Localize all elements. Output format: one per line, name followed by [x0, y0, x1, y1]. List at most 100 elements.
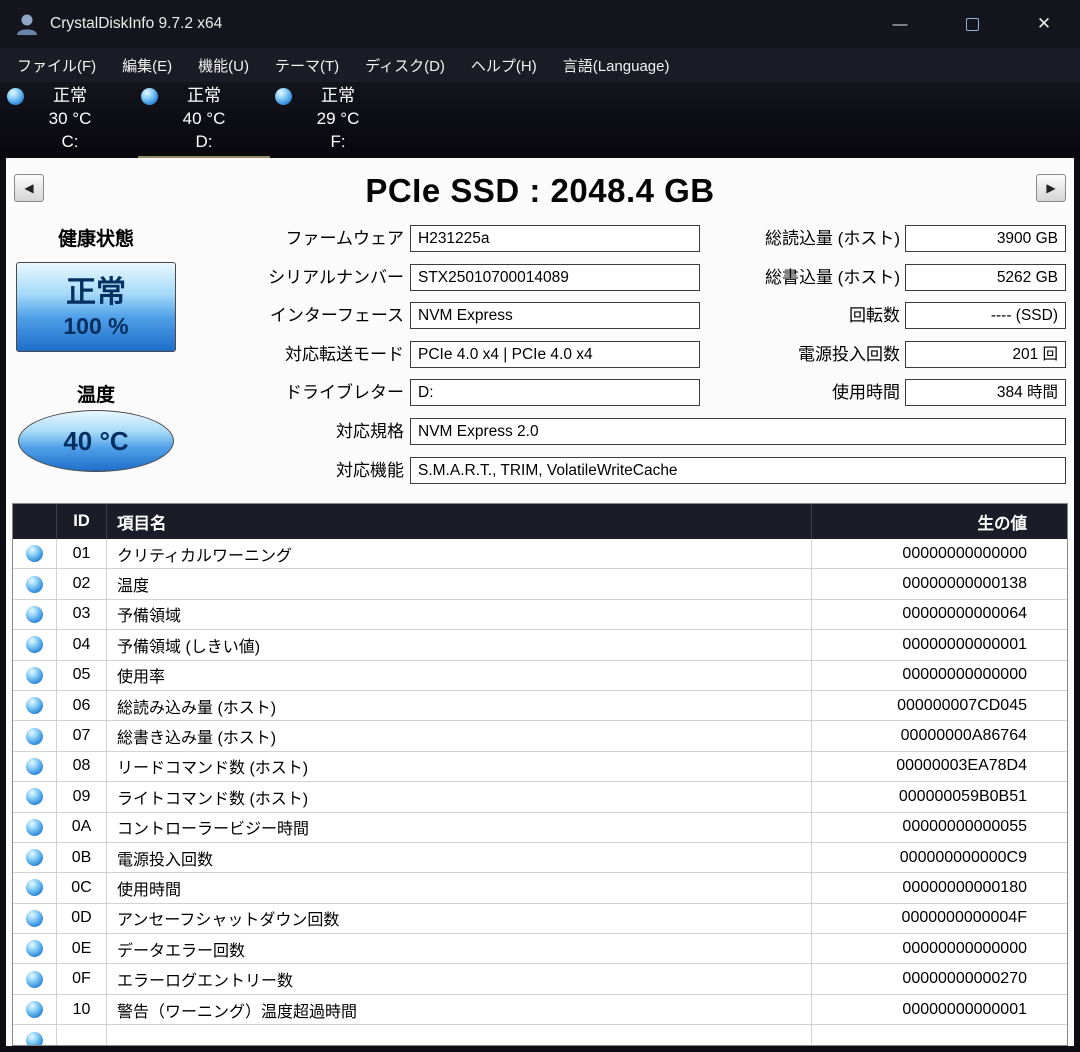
firmware-value: H231225a — [410, 225, 700, 252]
drive-letter: D: — [138, 130, 270, 153]
status-orb-icon — [26, 697, 43, 714]
health-status-label: 健康状態 — [14, 228, 178, 252]
drive-temperature: 30 °C — [4, 107, 136, 130]
status-orb-cell — [13, 721, 57, 750]
transfer-mode-label: 対応転送モード — [285, 341, 404, 369]
table-row[interactable]: 04予備領域 (しきい値)00000000000001 — [13, 630, 1067, 660]
table-row[interactable]: 08リードコマンド数 (ホスト)00000003EA78D4 — [13, 752, 1067, 782]
table-row[interactable]: 0Fエラーログエントリー数00000000000270 — [13, 964, 1067, 994]
attr-id: 08 — [57, 752, 107, 781]
status-orb-cell — [13, 630, 57, 659]
status-orb-icon — [26, 1001, 43, 1018]
attr-id: 02 — [57, 569, 107, 598]
title-bar: CrystalDiskInfo 9.7.2 x64 — ✕ — [0, 0, 1080, 48]
status-orb-icon — [26, 849, 43, 866]
drive-tab-D[interactable]: 正常40 °CD: — [138, 84, 270, 156]
table-row-partial[interactable] — [13, 1025, 1067, 1046]
temperature-label: 温度 — [14, 384, 178, 408]
table-row[interactable]: 01クリティカルワーニング00000000000000 — [13, 539, 1067, 569]
name-column-header: 項目名 — [107, 504, 812, 539]
interface-value: NVM Express — [410, 302, 700, 329]
status-orb-cell — [13, 995, 57, 1024]
table-row[interactable]: 0Eデータエラー回数00000000000000 — [13, 934, 1067, 964]
status-orb-cell — [13, 873, 57, 902]
maximize-button[interactable] — [936, 0, 1008, 48]
host-reads-label: 総読込量 (ホスト) — [765, 225, 900, 253]
attr-name: 総読み込み量 (ホスト) — [107, 691, 812, 720]
attr-raw-value: 000000000000C9 — [812, 849, 1067, 867]
drive-tabs: 正常30 °CC:正常40 °CD:正常29 °CF: — [0, 82, 1080, 158]
host-writes-label: 総書込量 (ホスト) — [765, 264, 900, 292]
attr-raw-value: 00000000000055 — [812, 818, 1067, 836]
table-row[interactable]: 06総読み込み量 (ホスト)000000007CD045 — [13, 691, 1067, 721]
close-button[interactable]: ✕ — [1008, 0, 1080, 48]
health-status-box[interactable]: 正常 100 % — [16, 262, 176, 352]
temperature-badge[interactable]: 40 °C — [18, 410, 174, 472]
status-orb-icon — [26, 971, 43, 988]
table-row[interactable]: 07総書き込み量 (ホスト)00000000A86764 — [13, 721, 1067, 751]
attr-raw-value: 00000000000001 — [812, 636, 1067, 654]
raw-value-column-header: 生の値 — [812, 510, 1067, 534]
window-title: CrystalDiskInfo 9.7.2 x64 — [50, 15, 222, 33]
status-orb-icon — [26, 606, 43, 623]
status-orb-icon — [26, 636, 43, 653]
status-orb-icon — [26, 788, 43, 805]
attr-name: データエラー回数 — [107, 934, 812, 963]
menu-item-help[interactable]: ヘルプ(H) — [458, 48, 550, 82]
status-orb-icon — [26, 1032, 43, 1046]
status-orb-icon — [26, 879, 43, 896]
drive-tab-F[interactable]: 正常29 °CF: — [272, 84, 404, 156]
menu-item-disk[interactable]: ディスク(D) — [352, 48, 458, 82]
drive-status-orb-icon — [275, 88, 292, 105]
power-on-hours-value: 384 時間 — [905, 379, 1066, 406]
status-orb-cell — [13, 600, 57, 629]
attr-raw-value: 00000000000270 — [812, 970, 1067, 988]
attr-name: コントローラービジー時間 — [107, 813, 812, 842]
drive-temperature: 40 °C — [138, 107, 270, 130]
attr-id: 04 — [57, 630, 107, 659]
interface-label: インターフェース — [270, 302, 404, 330]
attr-id: 01 — [57, 539, 107, 568]
status-orb-cell — [13, 934, 57, 963]
serial-number-value: STX25010700014089 — [410, 264, 700, 291]
smart-table: ID 項目名 生の値 01クリティカルワーニング0000000000000002… — [12, 503, 1068, 1046]
table-row[interactable]: 0B電源投入回数000000000000C9 — [13, 843, 1067, 873]
attr-id: 0B — [57, 843, 107, 872]
menu-item-theme[interactable]: テーマ(T) — [262, 48, 352, 82]
menu-item-file[interactable]: ファイル(F) — [4, 48, 109, 82]
attr-name: ライトコマンド数 (ホスト) — [107, 782, 812, 811]
menu-item-edit[interactable]: 編集(E) — [109, 48, 185, 82]
power-on-count-label: 電源投入回数 — [798, 341, 900, 369]
table-row[interactable]: 05使用率00000000000000 — [13, 661, 1067, 691]
drive-tab-C[interactable]: 正常30 °CC: — [4, 84, 136, 156]
status-orb-cell — [13, 964, 57, 993]
attr-name: アンセーフシャットダウン回数 — [107, 904, 812, 933]
table-row[interactable]: 09ライトコマンド数 (ホスト)000000059B0B51 — [13, 782, 1067, 812]
attr-name: クリティカルワーニング — [107, 539, 812, 568]
table-row[interactable]: 03予備領域00000000000064 — [13, 600, 1067, 630]
status-orb-icon — [26, 728, 43, 745]
rotation-rate-label: 回転数 — [849, 302, 900, 330]
table-row[interactable]: 0Dアンセーフシャットダウン回数0000000000004F — [13, 904, 1067, 934]
attr-raw-value: 00000000000064 — [812, 605, 1067, 623]
minimize-button[interactable]: — — [864, 0, 936, 48]
table-row[interactable]: 0Aコントローラービジー時間00000000000055 — [13, 813, 1067, 843]
menu-item-function[interactable]: 機能(U) — [185, 48, 262, 82]
table-row[interactable]: 0C使用時間00000000000180 — [13, 873, 1067, 903]
menu-bar: ファイル(F)編集(E)機能(U)テーマ(T)ディスク(D)ヘルプ(H)言語(L… — [0, 48, 1080, 82]
window-controls: — ✕ — [864, 0, 1080, 48]
status-orb-cell — [13, 752, 57, 781]
attr-name: 温度 — [107, 569, 812, 598]
attr-name: 予備領域 (しきい値) — [107, 630, 812, 659]
menu-item-language[interactable]: 言語(Language) — [550, 48, 683, 82]
status-orb-icon — [26, 819, 43, 836]
drive-letter-label: ドライブレター — [285, 379, 404, 407]
status-orb-cell — [13, 813, 57, 842]
status-orb-icon — [26, 667, 43, 684]
drive-letter: F: — [272, 130, 404, 153]
table-row[interactable]: 10警告（ワーニング）温度超過時間00000000000001 — [13, 995, 1067, 1025]
standard-value: NVM Express 2.0 — [410, 418, 1066, 445]
smart-table-body: 01クリティカルワーニング0000000000000002温度000000000… — [13, 539, 1067, 1025]
table-row[interactable]: 02温度00000000000138 — [13, 569, 1067, 599]
drive-letter: C: — [4, 130, 136, 153]
